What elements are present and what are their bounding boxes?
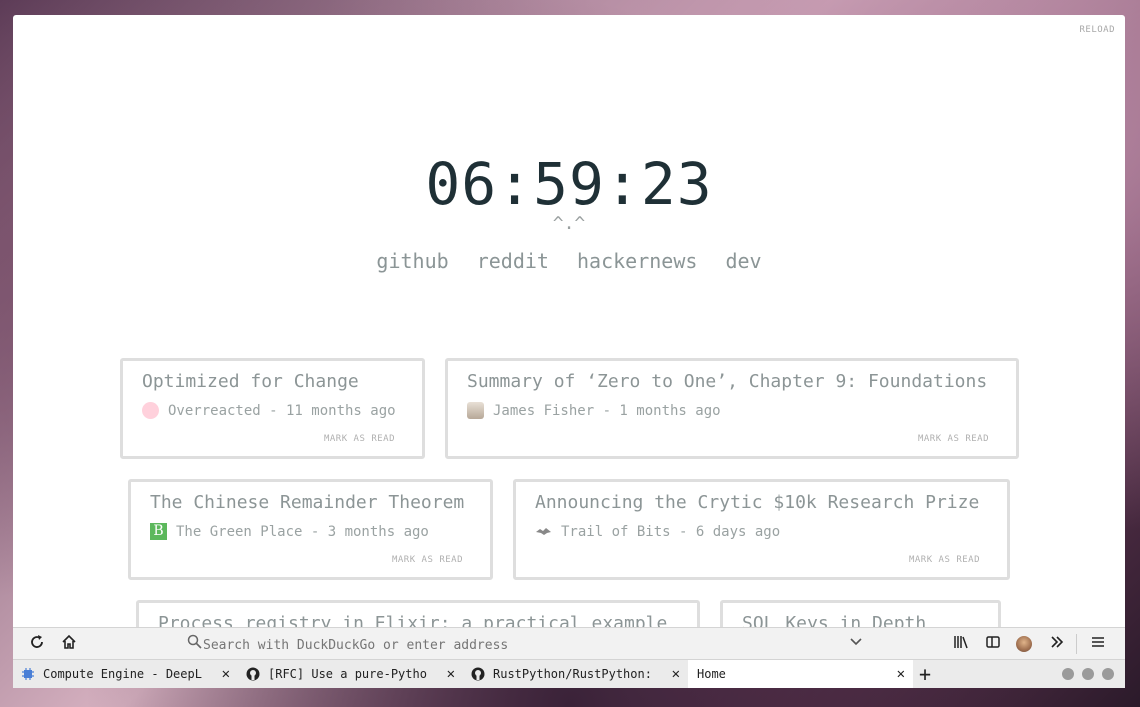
github-icon <box>471 667 485 681</box>
trail-of-bits-favicon-icon <box>535 523 552 540</box>
tab-rustpython[interactable]: RustPython/RustPython: ✕ <box>463 660 688 688</box>
chip-icon <box>21 667 35 681</box>
chevron-down-icon[interactable] <box>849 634 863 652</box>
feed-card[interactable]: Process registry in Elixir: a practical … <box>136 600 700 627</box>
search-input[interactable] <box>201 633 845 657</box>
link-dev[interactable]: dev <box>725 249 761 273</box>
search-icon <box>187 634 202 653</box>
new-tab-button[interactable]: + <box>919 662 931 686</box>
link-reddit[interactable]: reddit <box>477 249 549 273</box>
feed-card[interactable]: Summary of ‘Zero to One’, Chapter 9: Fou… <box>445 358 1019 459</box>
tab-bar: Compute Engine - DeepL ✕ [RFC] Use a pur… <box>13 660 1125 688</box>
new-tab-page: RELOAD 06:59:23 ^.^ github reddit hacker… <box>13 15 1125 627</box>
link-github[interactable]: github <box>376 249 448 273</box>
library-icon[interactable] <box>951 634 971 654</box>
mark-as-read-button[interactable]: MARK AS READ <box>918 434 989 444</box>
card-title[interactable]: Process registry in Elixir: a practical … <box>158 613 678 627</box>
tab-compute-engine[interactable]: Compute Engine - DeepL ✕ <box>13 660 238 688</box>
reload-button[interactable]: RELOAD <box>1079 25 1115 35</box>
card-title[interactable]: Summary of ‘Zero to One’, Chapter 9: Fou… <box>467 371 997 392</box>
link-hackernews[interactable]: hackernews <box>577 249 697 273</box>
mark-as-read-button[interactable]: MARK AS READ <box>392 555 463 565</box>
close-icon[interactable]: ✕ <box>447 666 455 682</box>
close-icon[interactable]: ✕ <box>222 666 230 682</box>
card-meta: James Fisher - 1 months ago <box>467 402 997 419</box>
mark-as-read-button[interactable]: MARK AS READ <box>324 434 395 444</box>
feed-card[interactable]: Optimized for Change Overreacted - 11 mo… <box>120 358 425 459</box>
card-title[interactable]: SQL Keys in Depth <box>742 613 979 627</box>
overflow-chevron-icon[interactable] <box>1047 634 1067 654</box>
close-icon[interactable]: ✕ <box>897 666 905 682</box>
feed-card[interactable]: The Chinese Remainder Theorem B The Gree… <box>128 479 493 580</box>
close-icon[interactable]: ✕ <box>672 666 680 682</box>
feed-card[interactable]: Announcing the Crytic $10k Research Priz… <box>513 479 1010 580</box>
home-icon[interactable] <box>59 634 79 654</box>
card-title[interactable]: Optimized for Change <box>142 371 403 392</box>
sidebar-icon[interactable] <box>983 634 1003 654</box>
menu-icon[interactable] <box>1088 634 1108 654</box>
tab-rfc[interactable]: [RFC] Use a pure-Pytho ✕ <box>238 660 463 688</box>
toolbar-divider <box>1076 634 1077 654</box>
green-place-favicon-icon: B <box>150 523 167 540</box>
address-bar[interactable] <box>183 632 863 657</box>
quick-links: github reddit hackernews dev <box>13 249 1125 273</box>
tab-home[interactable]: Home ✕ <box>688 660 913 688</box>
card-meta: B The Green Place - 3 months ago <box>150 523 471 540</box>
emoticon: ^.^ <box>552 213 586 234</box>
card-title[interactable]: The Chinese Remainder Theorem <box>150 492 471 513</box>
card-title[interactable]: Announcing the Crytic $10k Research Priz… <box>535 492 988 513</box>
james-fisher-favicon-icon <box>467 402 484 419</box>
github-icon <box>246 667 260 681</box>
reload-icon[interactable] <box>27 634 47 654</box>
window-maximize-button[interactable] <box>1082 668 1094 680</box>
overreacted-favicon-icon <box>142 402 159 419</box>
mark-as-read-button[interactable]: MARK AS READ <box>909 555 980 565</box>
window-close-button[interactable] <box>1102 668 1114 680</box>
browser-toolbar <box>13 627 1125 660</box>
card-meta: Trail of Bits - 6 days ago <box>535 523 988 540</box>
clock: 06:59:23 <box>425 150 713 218</box>
feed-card[interactable]: SQL Keys in Depth <box>720 600 1001 627</box>
card-meta: Overreacted - 11 months ago <box>142 402 403 419</box>
account-avatar[interactable] <box>1016 636 1032 652</box>
window-minimize-button[interactable] <box>1062 668 1074 680</box>
